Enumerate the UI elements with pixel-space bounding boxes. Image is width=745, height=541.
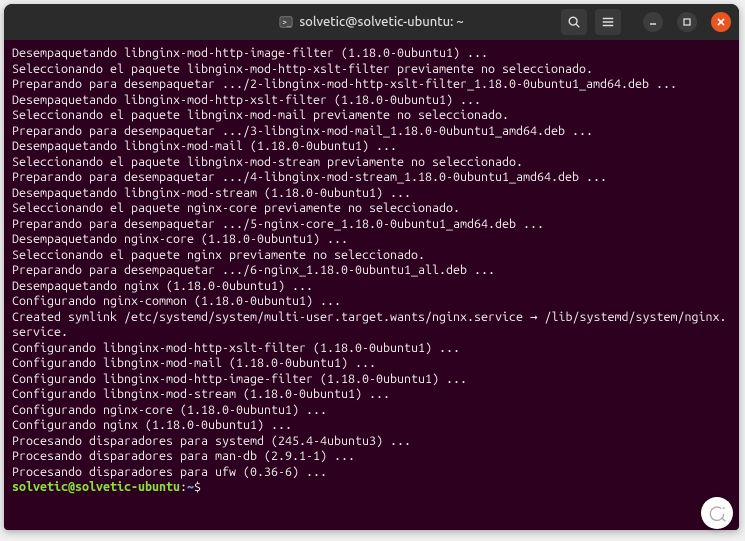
help-bubble-icon[interactable] bbox=[701, 497, 733, 529]
terminal-icon: >_ bbox=[279, 15, 293, 29]
search-icon bbox=[567, 15, 581, 29]
prompt-user-host: solvetic@solvetic-ubuntu bbox=[12, 480, 180, 494]
maximize-icon bbox=[682, 17, 692, 27]
svg-text:>_: >_ bbox=[283, 19, 292, 27]
terminal-output[interactable]: Desempaquetando libnginx-mod-http-image-… bbox=[4, 40, 739, 530]
hamburger-icon bbox=[601, 15, 615, 29]
titlebar[interactable]: >_ solvetic@solvetic-ubuntu: ~ bbox=[4, 4, 739, 40]
prompt-symbol: $ bbox=[194, 480, 201, 494]
prompt-path: ~ bbox=[187, 480, 194, 494]
search-button[interactable] bbox=[561, 9, 587, 35]
minimize-button[interactable] bbox=[643, 12, 663, 32]
terminal-window: >_ solvetic@solvetic-ubuntu: ~ bbox=[4, 4, 739, 530]
prompt-separator: : bbox=[180, 480, 187, 494]
window-title: solvetic@solvetic-ubuntu: ~ bbox=[299, 15, 463, 29]
title-area: >_ solvetic@solvetic-ubuntu: ~ bbox=[279, 15, 463, 29]
close-icon bbox=[716, 17, 726, 27]
close-button[interactable] bbox=[711, 12, 731, 32]
minimize-icon bbox=[648, 17, 658, 27]
menu-button[interactable] bbox=[595, 9, 621, 35]
maximize-button[interactable] bbox=[677, 12, 697, 32]
output-text: Desempaquetando libnginx-mod-http-image-… bbox=[12, 46, 727, 479]
